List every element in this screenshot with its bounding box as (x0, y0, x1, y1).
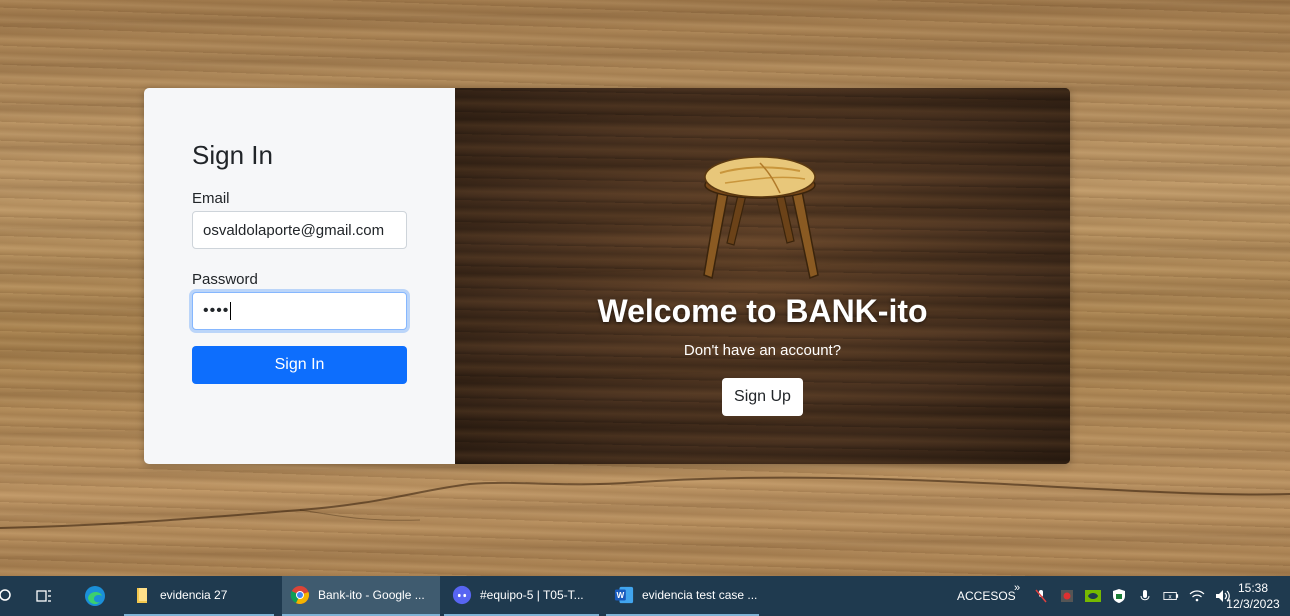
nvidia-icon[interactable] (1085, 588, 1101, 604)
signin-title: Sign In (192, 140, 273, 170)
auth-card: Sign In Email osvaldolaporte@gmail.com P… (144, 88, 1070, 464)
wood-crack-decoration (0, 476, 1290, 529)
taskbar-app-chrome[interactable]: Bank-ito - Google ... (282, 576, 440, 616)
welcome-panel: Welcome to BANK-ito Don't have an accoun… (455, 88, 1070, 464)
wifi-icon[interactable] (1189, 588, 1205, 604)
signin-button[interactable]: Sign In (192, 346, 407, 384)
battery-icon[interactable]: x (1163, 588, 1179, 604)
taskbar-app-label: #equipo-5 | T05-T... (480, 588, 584, 602)
svg-text:W: W (617, 591, 625, 600)
taskbar-app-label: Bank-ito - Google ... (318, 588, 425, 602)
tray-expand-icon[interactable]: » (1014, 568, 1020, 608)
search-icon[interactable] (0, 584, 18, 608)
email-value: osvaldolaporte@gmail.com (203, 221, 385, 239)
tray-accesos-label[interactable]: ACCESOS (957, 589, 1016, 603)
edge-browser-icon[interactable] (83, 584, 107, 608)
taskbar-app-discord[interactable]: #equipo-5 | T05-T... (444, 576, 599, 616)
security-shield-icon[interactable] (1111, 588, 1127, 604)
taskbar-clock[interactable]: 15:38 12/3/2023 (1222, 580, 1284, 612)
email-field[interactable]: osvaldolaporte@gmail.com (192, 211, 407, 249)
chrome-icon (290, 585, 310, 605)
no-account-prompt: Don't have an account? (683, 342, 842, 359)
taskbar-app-label: evidencia test case ... (642, 588, 758, 602)
microphone-muted-icon[interactable] (1033, 588, 1049, 604)
password-value: •••• (203, 302, 230, 319)
folder-icon (132, 585, 152, 605)
discord-icon (452, 585, 472, 605)
signin-panel: Sign In Email osvaldolaporte@gmail.com P… (144, 88, 455, 464)
task-view-icon[interactable] (32, 584, 56, 608)
password-field[interactable]: •••• (192, 292, 407, 330)
microphone-icon[interactable] (1137, 588, 1153, 604)
taskbar-app-label: evidencia 27 (160, 588, 228, 602)
taskbar-app-word[interactable]: W evidencia test case ... (606, 576, 759, 616)
clock-date: 12/3/2023 (1226, 597, 1280, 611)
email-label: Email (192, 190, 230, 207)
signup-button[interactable]: Sign Up (722, 378, 803, 416)
word-icon: W (614, 585, 634, 605)
record-icon[interactable] (1059, 588, 1075, 604)
text-caret (230, 302, 232, 320)
windows-taskbar: evidencia 27 Bank-ito - Google ... #equi… (0, 576, 1290, 616)
stool-logo-icon (703, 156, 819, 280)
system-tray: ACCESOS (957, 576, 1016, 616)
password-label: Password (192, 271, 258, 288)
tray-icons: x (1033, 576, 1231, 616)
clock-time: 15:38 (1237, 581, 1269, 595)
welcome-heading: Welcome to BANK-ito (597, 293, 928, 329)
taskbar-app-explorer[interactable]: evidencia 27 (124, 576, 274, 616)
